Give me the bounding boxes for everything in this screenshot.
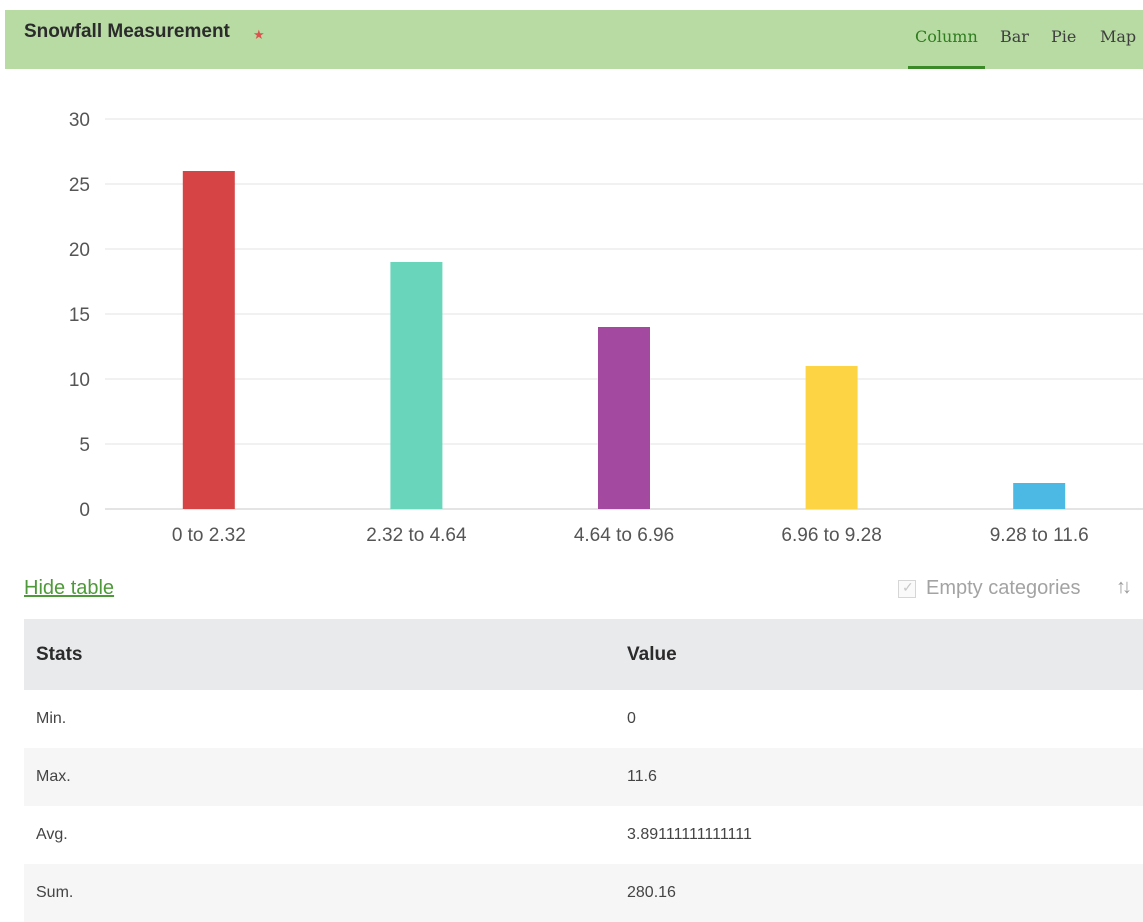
table-row: Min. 0	[24, 690, 1143, 748]
y-tick-label: 30	[69, 110, 90, 131]
tab-map[interactable]: Map	[1100, 27, 1136, 46]
stat-label: Sum.	[24, 864, 614, 922]
bar	[390, 262, 443, 509]
x-tick-label: 2.32 to 4.64	[366, 525, 467, 546]
bar	[598, 327, 650, 509]
stat-value: 11.6	[614, 748, 1143, 806]
bar	[1013, 483, 1066, 509]
checkmark-icon: ✓	[902, 579, 914, 595]
table-row: Max. 11.6	[24, 748, 1143, 806]
x-tick-label: 0 to 2.32	[172, 525, 246, 546]
chart-title: Snowfall Measurement	[24, 21, 230, 42]
stat-label: Avg.	[36, 826, 68, 843]
x-tick-label: 9.28 to 11.6	[990, 525, 1089, 546]
tab-pie[interactable]: Pie	[1051, 27, 1076, 46]
table-row: Sum. 280.16	[24, 864, 1143, 922]
stat-label: Max.	[24, 748, 614, 806]
stat-value: 0	[627, 710, 636, 727]
y-tick-label: 10	[69, 370, 90, 391]
table-header-row: Stats Value	[24, 619, 1143, 690]
column-header-stats: Stats	[24, 619, 614, 690]
y-tick-label: 15	[69, 305, 90, 326]
y-tick-label: 5	[79, 435, 90, 456]
stat-value: 280.16	[614, 864, 1143, 922]
active-tab-indicator	[908, 66, 985, 69]
empty-categories-checkbox[interactable]: ✓	[898, 579, 916, 598]
x-tick-label: 6.96 to 9.28	[781, 525, 881, 546]
x-tick-label: 4.64 to 6.96	[574, 525, 674, 546]
required-star-icon: ★	[253, 27, 265, 42]
y-tick-label: 25	[69, 175, 90, 196]
sort-icon[interactable]: ↑↓	[1116, 576, 1132, 599]
table-row: Avg. 3.89111111111111	[24, 806, 1143, 864]
y-tick-label: 0	[79, 500, 90, 521]
hide-table-link[interactable]: Hide table	[24, 577, 114, 600]
column-header-value: Value	[614, 619, 1143, 690]
bar	[182, 171, 235, 509]
tab-column[interactable]: Column	[915, 27, 978, 46]
stat-value: 3.89111111111111	[627, 826, 752, 843]
column-chart: 0 5 10 15 20 25 30 0 to 2.32 2.32 to 4.64 4.64 to…	[69, 110, 1143, 546]
bar	[805, 366, 858, 509]
stat-label: Min.	[36, 710, 67, 727]
empty-categories-label: Empty categories	[926, 577, 1081, 599]
tab-bar[interactable]: Bar	[1000, 27, 1029, 46]
chart-header: Snowfall Measurement ★ Column Bar Pie Ma…	[5, 10, 1143, 69]
stats-table: Stats Value Min. 0 Max. 11.6 Avg. 3.8911…	[24, 619, 1143, 922]
y-tick-label: 20	[69, 240, 90, 261]
